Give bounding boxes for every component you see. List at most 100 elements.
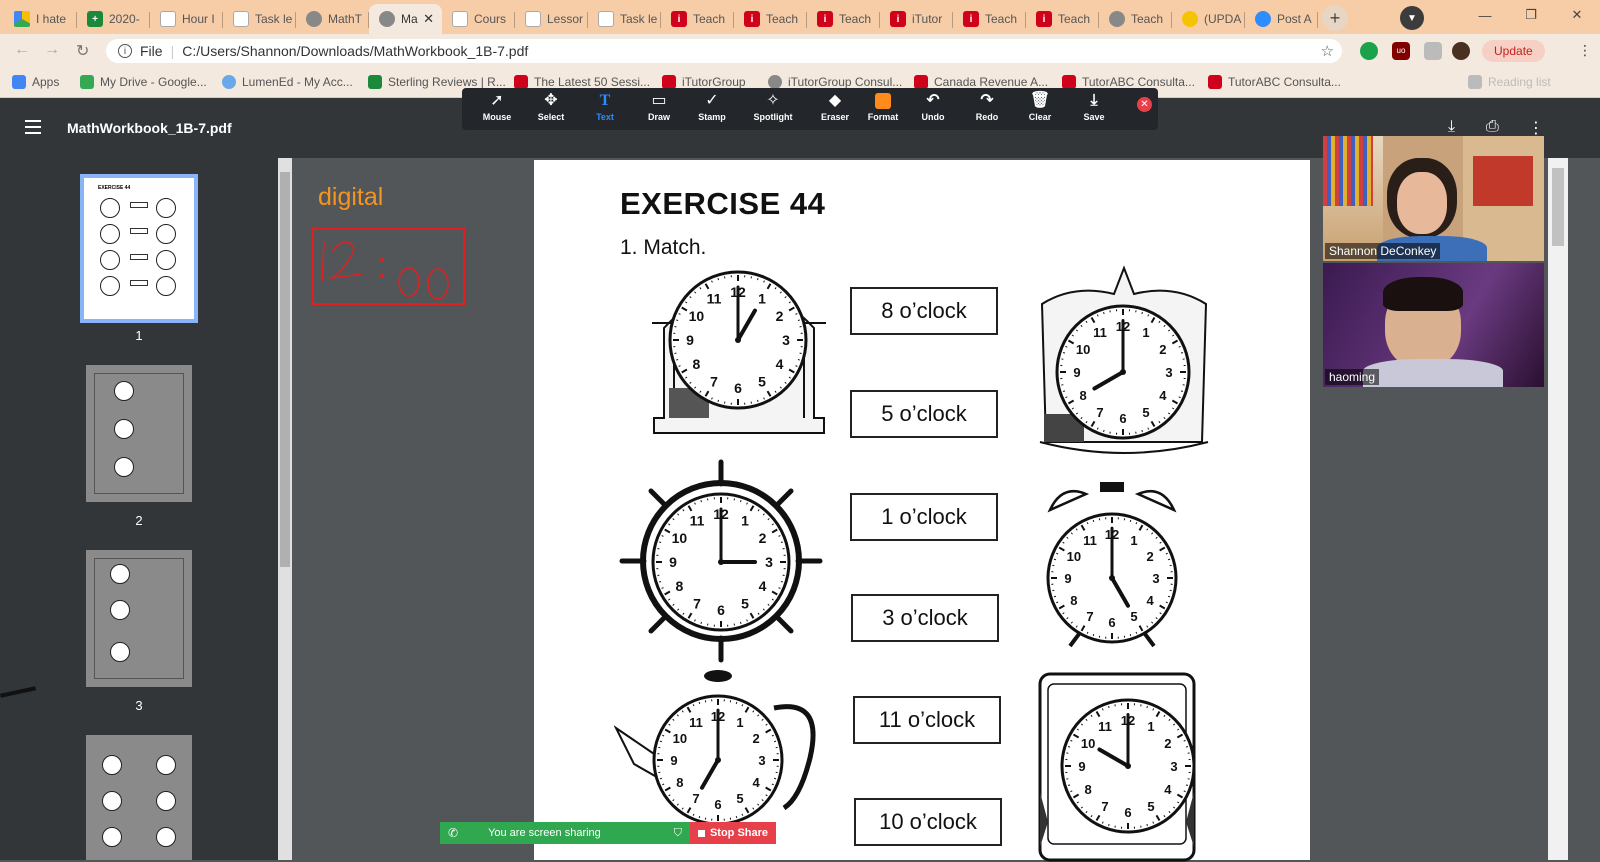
profile-avatar[interactable] — [1452, 42, 1470, 60]
video-tile-host[interactable]: Shannon DeConkey — [1323, 136, 1544, 261]
thumbnail-page-3[interactable] — [86, 550, 192, 687]
forward-icon[interactable]: → — [44, 41, 60, 59]
bookmark-item[interactable]: Reading list — [1468, 75, 1551, 89]
red-favicon-icon: i — [744, 11, 760, 27]
browser-tab[interactable]: Task le — [223, 4, 296, 34]
puzzle-icon[interactable] — [1424, 42, 1442, 60]
bookmark-label: My Drive - Google... — [100, 75, 207, 89]
time-label: 11 o’clock — [853, 696, 1001, 744]
bookmark-item[interactable]: The Latest 50 Sessi... — [514, 75, 650, 89]
tab-title: Teach — [693, 12, 725, 26]
thumbnail-page-4[interactable] — [86, 735, 192, 860]
annotate-draw-button[interactable]: ▭Draw — [634, 90, 684, 128]
bookmark-item[interactable]: Sterling Reviews | R... — [368, 75, 506, 89]
download-icon[interactable]: ⤓ — [1448, 118, 1455, 136]
stop-share-button[interactable]: Stop Share — [690, 822, 776, 844]
annotate-spotlight-button[interactable]: ✧Spotlight — [748, 90, 798, 128]
page-scroll-thumb[interactable] — [1552, 168, 1564, 246]
reload-icon[interactable]: ↻ — [76, 41, 89, 61]
participant-name: haoming — [1325, 369, 1379, 385]
annotate-clear-button[interactable]: 🗑Clear — [1015, 90, 1065, 128]
browser-tab[interactable]: iTeach — [1026, 4, 1099, 34]
back-icon[interactable]: ← — [14, 41, 30, 59]
bookmark-item[interactable]: Canada Revenue A... — [914, 75, 1048, 89]
video-tile-student[interactable]: haoming — [1323, 263, 1544, 387]
red-favicon-icon: i — [890, 11, 906, 27]
annotate-stamp-button[interactable]: ✓Stamp — [687, 90, 737, 128]
browser-tab[interactable]: I hate — [4, 4, 77, 34]
browser-tab[interactable]: iTeach — [953, 4, 1026, 34]
thumbnail-page-2[interactable] — [86, 365, 192, 502]
new-tab-button[interactable]: + — [1322, 5, 1348, 31]
annotate-eraser-button[interactable]: ◆Eraser — [810, 90, 860, 128]
annotate-format-button[interactable]: Format — [858, 90, 908, 128]
browser-tab[interactable]: Cours — [442, 4, 515, 34]
bookmark-label: TutorABC Consulta... — [1082, 75, 1195, 89]
browser-tab[interactable]: iTeach — [807, 4, 880, 34]
tab-search-button[interactable]: ▼ — [1400, 6, 1424, 30]
browser-tab[interactable]: (UPDA — [1172, 4, 1245, 34]
bookmark-item[interactable]: Apps — [12, 75, 59, 89]
tab-title: Teach — [985, 12, 1017, 26]
svg-text:5: 5 — [736, 791, 743, 806]
browser-tab[interactable]: iTeach — [661, 4, 734, 34]
update-button[interactable]: Update — [1482, 40, 1545, 62]
browser-tab[interactable]: Task le — [588, 4, 661, 34]
tab-title: Hour I — [182, 12, 215, 26]
address-url[interactable]: C:/Users/Shannon/Downloads/MathWorkbook_… — [182, 43, 528, 59]
svg-text:4: 4 — [759, 578, 767, 594]
bookmark-item[interactable]: TutorABC Consulta... — [1062, 75, 1195, 89]
address-bar[interactable]: i File | C:/Users/Shannon/Downloads/Math… — [106, 39, 1342, 63]
extension-icon[interactable] — [1360, 42, 1378, 60]
bookmark-item[interactable]: iTutorGroup — [662, 75, 746, 89]
page-scrollbar[interactable] — [1548, 158, 1568, 860]
menu-icon[interactable] — [25, 120, 41, 134]
bookmark-item[interactable]: My Drive - Google... — [80, 75, 207, 89]
annotate-select-button[interactable]: ✥Select — [526, 90, 576, 128]
pdf-more-icon[interactable]: ⋮ — [1528, 118, 1544, 138]
browser-tab[interactable]: Hour I — [150, 4, 223, 34]
print-icon[interactable]: ⎙ — [1486, 118, 1499, 136]
annotate-text-button[interactable]: TText — [580, 90, 630, 128]
close-annotation-icon[interactable]: ✕ — [1137, 97, 1152, 112]
browser-tab[interactable]: Teach — [1099, 4, 1172, 34]
svg-text:11: 11 — [1098, 719, 1112, 734]
svg-text:10: 10 — [673, 731, 687, 746]
restore-icon[interactable]: ❐ — [1508, 0, 1554, 30]
thumbnail-number: 3 — [0, 698, 278, 713]
svg-text:8: 8 — [1080, 388, 1087, 403]
tab-title: Post A — [1277, 12, 1312, 26]
bookmark-star-icon[interactable]: ☆ — [1321, 42, 1334, 60]
bookmark-item[interactable]: TutorABC Consulta... — [1208, 75, 1341, 89]
phone-icon: ✆ — [448, 826, 458, 840]
ublock-icon[interactable]: uo — [1392, 42, 1410, 60]
browser-tab[interactable]: iiTutor — [880, 4, 953, 34]
browser-tab-strip: I hate+2020-Hour ITask leMathTMa✕CoursLe… — [0, 0, 1600, 34]
browser-tab[interactable]: Ma✕ — [369, 4, 442, 34]
browser-tab[interactable]: MathT — [296, 4, 369, 34]
more-menu-icon[interactable]: ⋮ — [1578, 42, 1592, 59]
move-icon: ✥ — [544, 90, 557, 112]
annotate-mouse-button[interactable]: ➚Mouse — [472, 90, 522, 128]
annotate-redo-button[interactable]: ↷Redo — [962, 90, 1012, 128]
bookmark-item[interactable]: iTutorGroup Consul... — [768, 75, 902, 89]
minimize-icon[interactable]: — — [1462, 0, 1508, 30]
sidebar-scroll-thumb[interactable] — [280, 172, 290, 567]
thumbnail-page-1[interactable]: EXERCISE 44 — [80, 174, 198, 323]
svg-text:5: 5 — [1130, 609, 1137, 624]
svg-text:5: 5 — [741, 596, 749, 612]
browser-tab[interactable]: iTeach — [734, 4, 807, 34]
bookmark-item[interactable]: LumenEd - My Acc... — [222, 75, 353, 89]
tab-close-icon[interactable]: ✕ — [423, 11, 434, 27]
annotate-save-button[interactable]: ⤓Save — [1069, 90, 1119, 128]
annotate-undo-button[interactable]: ↶Undo — [908, 90, 958, 128]
browser-tab[interactable]: Post A — [1245, 4, 1318, 34]
bookmark-label: LumenEd - My Acc... — [242, 75, 353, 89]
blue-favicon-icon — [1255, 11, 1271, 27]
close-window-icon[interactable]: ✕ — [1554, 0, 1600, 30]
browser-tab[interactable]: +2020- — [77, 4, 150, 34]
svg-text:6: 6 — [1119, 411, 1126, 426]
info-icon[interactable]: i — [118, 44, 132, 58]
doc-favicon-icon — [233, 11, 249, 27]
browser-tab[interactable]: Lessor — [515, 4, 588, 34]
